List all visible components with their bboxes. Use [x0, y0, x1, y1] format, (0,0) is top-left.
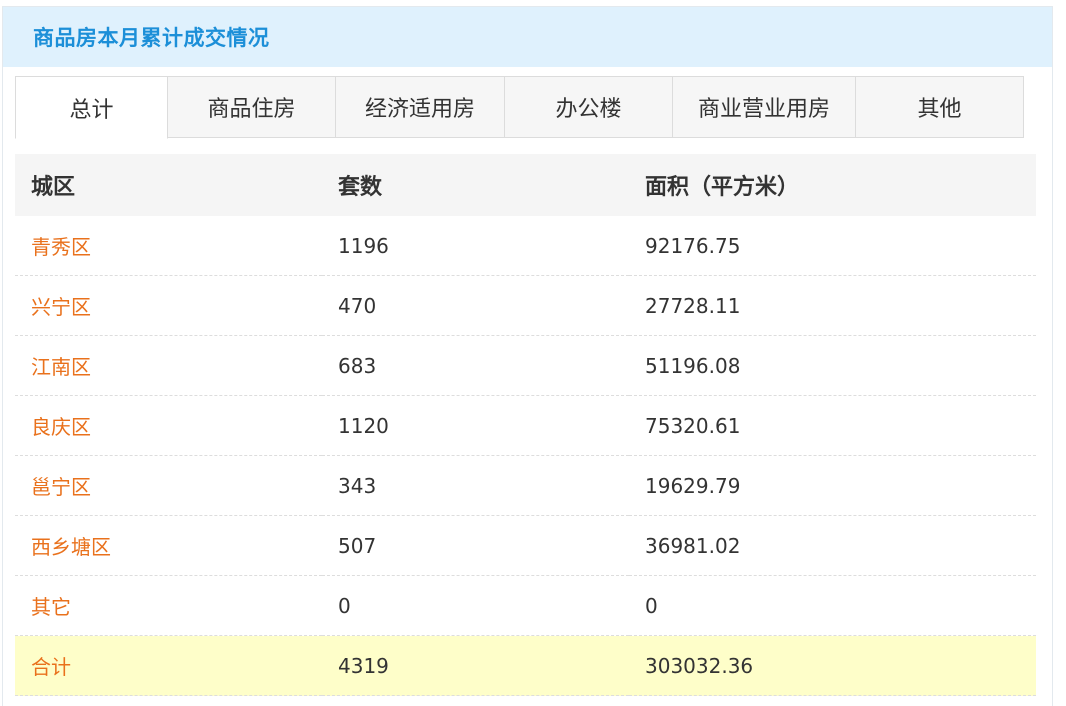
tab-bar: 总计 商品住房 经济适用房 办公楼 商业营业用房 其他 [15, 76, 1024, 139]
panel-title: 商品房本月累计成交情况 [33, 26, 270, 50]
area-cell: 19629.79 [629, 455, 1036, 516]
district-link[interactable]: 西乡塘区 [15, 515, 322, 576]
tab-office-building[interactable]: 办公楼 [505, 76, 673, 138]
district-link[interactable]: 江南区 [15, 335, 322, 396]
district-link[interactable]: 邕宁区 [15, 455, 322, 516]
area-cell: 92176.75 [629, 216, 1036, 276]
units-cell: 507 [322, 515, 629, 576]
area-cell: 36981.02 [629, 515, 1036, 576]
units-cell: 343 [322, 455, 629, 516]
total-area: 303032.36 [629, 635, 1036, 696]
units-cell: 683 [322, 335, 629, 396]
table-row: 青秀区 1196 92176.75 [15, 216, 1036, 276]
tab-affordable-housing[interactable]: 经济适用房 [336, 76, 505, 138]
total-row: 合计 4319 303032.36 [15, 635, 1036, 696]
units-cell: 470 [322, 275, 629, 336]
area-cell: 75320.61 [629, 395, 1036, 456]
district-link[interactable]: 青秀区 [15, 216, 322, 276]
table-row: 兴宁区 470 27728.11 [15, 275, 1036, 336]
tab-other[interactable]: 其他 [856, 76, 1024, 138]
sales-table: 城区 套数 面积（平方米） 青秀区 1196 92176.75 兴宁区 470 … [15, 154, 1036, 696]
area-cell: 0 [629, 575, 1036, 636]
table-row: 西乡塘区 507 36981.02 [15, 515, 1036, 576]
header-area: 面积（平方米） [629, 154, 1036, 216]
table-row: 其它 0 0 [15, 575, 1036, 636]
tab-total[interactable]: 总计 [15, 76, 168, 139]
units-cell: 1120 [322, 395, 629, 456]
area-cell: 51196.08 [629, 335, 1036, 396]
panel-header: 商品房本月累计成交情况 [3, 7, 1052, 67]
header-units: 套数 [322, 154, 629, 216]
table-row: 邕宁区 343 19629.79 [15, 455, 1036, 516]
tab-commercial-housing[interactable]: 商品住房 [168, 76, 336, 138]
table-row: 良庆区 1120 75320.61 [15, 395, 1036, 456]
units-cell: 1196 [322, 216, 629, 276]
district-link[interactable]: 良庆区 [15, 395, 322, 456]
units-cell: 0 [322, 575, 629, 636]
district-link[interactable]: 兴宁区 [15, 275, 322, 336]
table-row: 江南区 683 51196.08 [15, 335, 1036, 396]
tab-business-premises[interactable]: 商业营业用房 [673, 76, 856, 138]
table-header-row: 城区 套数 面积（平方米） [15, 154, 1036, 216]
total-units: 4319 [322, 635, 629, 696]
header-district: 城区 [15, 154, 322, 216]
total-label: 合计 [15, 635, 322, 696]
area-cell: 27728.11 [629, 275, 1036, 336]
district-link[interactable]: 其它 [15, 575, 322, 636]
